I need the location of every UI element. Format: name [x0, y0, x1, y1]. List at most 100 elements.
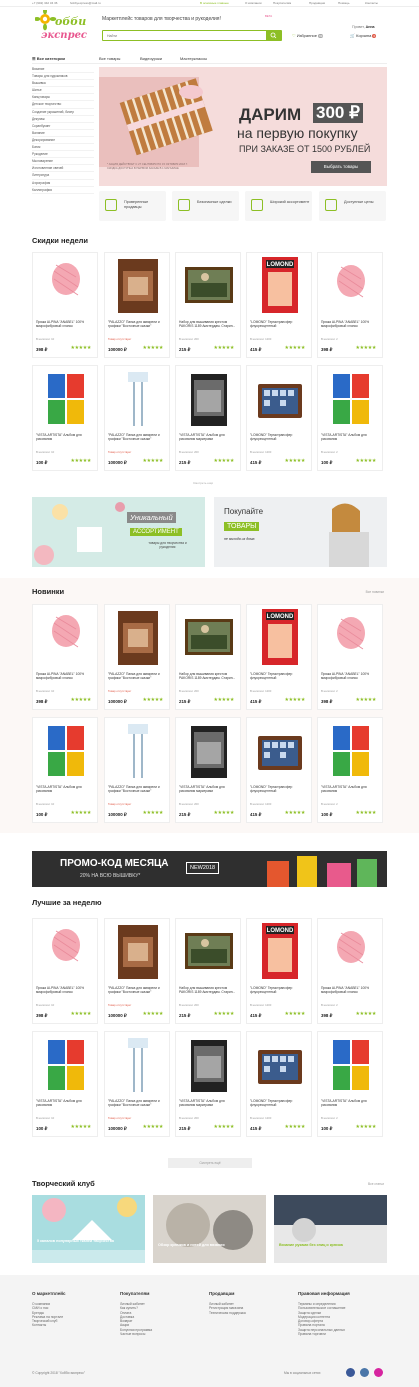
product-name[interactable]: "LOMOND" Термотрансфер флуоресцентный: [250, 433, 310, 441]
product-card[interactable]: "VISTA-ARTISTA" Альбом для рисования В на…: [317, 365, 383, 471]
product-card[interactable]: LOMOND "LOMOND" Термотрансфер флуоресцент…: [246, 252, 312, 358]
product-card[interactable]: Пряжа ALPINA "ANABEL" 100% микрофибровый…: [317, 252, 383, 358]
product-card[interactable]: "VISTA-ARTISTA" Альбом для рисования В на…: [32, 365, 98, 471]
club-card-2[interactable]: Вязание руками без спиц и крючка: [274, 1195, 387, 1263]
product-card[interactable]: "LOMOND" Термотрансфер флуоресцентный В н…: [246, 717, 312, 823]
sidebar-item[interactable]: Детское творчество: [32, 101, 94, 109]
product-name[interactable]: Пряжа ALPINA "ANABEL" 100% микрофибровый…: [36, 986, 96, 994]
sidebar-item[interactable]: Литература: [32, 172, 94, 180]
product-name[interactable]: "VISTA-ARTISTA" Альбом для рисования мар…: [179, 1099, 239, 1107]
logo[interactable]: обби экспресс: [35, 10, 87, 42]
product-card[interactable]: "VISTA-ARTISTA" Альбом для рисования В на…: [317, 717, 383, 823]
product-card[interactable]: "VISTA-ARTISTA" Альбом для рисования В на…: [32, 717, 98, 823]
top-link-0[interactable]: О компании: [245, 1, 262, 5]
product-name[interactable]: "PALAZZO" Папка для акварели и графики "…: [108, 672, 168, 680]
product-name[interactable]: "VISTA-ARTISTA" Альбом для рисования: [36, 785, 96, 793]
footer-link[interactable]: Пользовательское соглашение: [298, 1306, 350, 1310]
sidebar-item[interactable]: Изготовление свечей: [32, 165, 94, 173]
club-card-1[interactable]: Обзор крючков и нитей для вязания: [153, 1195, 266, 1263]
product-card[interactable]: Набор для вышивания крестом PAKORIS 1189…: [175, 918, 241, 1024]
sidebar-item[interactable]: Канцтовары: [32, 94, 94, 102]
facebook-icon[interactable]: [346, 1368, 355, 1377]
product-name[interactable]: Набор для вышивания крестом PAKORIS 1189…: [179, 320, 239, 328]
product-card[interactable]: "VISTA-ARTISTA" Альбом для рисования мар…: [175, 717, 241, 823]
top-link-3[interactable]: Помощь: [338, 1, 350, 5]
product-card[interactable]: "LOMOND" Термотрансфер флуоресцентный В н…: [246, 365, 312, 471]
product-card[interactable]: Пряжа ALPINA "ANABEL" 100% микрофибровый…: [32, 604, 98, 710]
sidebar-item[interactable]: Вязание: [32, 66, 94, 74]
product-card[interactable]: "PALAZZO" Папка для акварели и графики "…: [104, 365, 170, 471]
product-card[interactable]: "PALAZZO" Папка для акварели и графики "…: [104, 252, 170, 358]
user-name[interactable]: Анна: [366, 25, 375, 29]
product-card[interactable]: "PALAZZO" Папка для акварели и графики "…: [104, 604, 170, 710]
favorites-link[interactable]: ♡ Избранное 99: [292, 33, 324, 38]
sidebar-item[interactable]: Декорирование: [32, 137, 94, 145]
sidebar-item[interactable]: Создание украшений, бисер: [32, 109, 94, 116]
product-name[interactable]: "VISTA-ARTISTA" Альбом для рисования: [321, 1099, 381, 1107]
product-name[interactable]: "LOMOND" Термотрансфер флуоресцентный: [250, 320, 310, 328]
promo-shop-home[interactable]: Покупайте ТОВАРЫ не выходя из дома: [214, 497, 387, 567]
footer-link[interactable]: Частые вопросы: [120, 1332, 152, 1336]
sidebar-item[interactable]: Шитье: [32, 87, 94, 95]
product-card[interactable]: LOMOND "LOMOND" Термотрансфер флуоресцент…: [246, 604, 312, 710]
nav-item-2[interactable]: Мастерклассы: [180, 56, 207, 61]
sidebar-item[interactable]: Валяние: [32, 130, 94, 137]
product-name[interactable]: "VISTA-ARTISTA" Альбом для рисования: [321, 785, 381, 793]
product-name[interactable]: Пряжа ALPINA "ANABEL" 100% микрофибровый…: [36, 672, 96, 680]
sidebar-item[interactable]: Скрапбукинг: [32, 123, 94, 130]
search-input[interactable]: [103, 31, 263, 40]
product-card[interactable]: Пряжа ALPINA "ANABEL" 100% микрофибровый…: [32, 252, 98, 358]
product-name[interactable]: Набор для вышивания крестом PAKORIS 1189…: [179, 986, 239, 994]
sidebar-item[interactable]: Батик: [32, 144, 94, 152]
product-card[interactable]: "VISTA-ARTISTA" Альбом для рисования мар…: [175, 365, 241, 471]
nav-item-0[interactable]: Все товары: [99, 56, 120, 61]
product-name[interactable]: Пряжа ALPINA "ANABEL" 100% микрофибровый…: [321, 672, 381, 680]
show-more-best[interactable]: Смотреть ещё: [168, 1158, 252, 1168]
product-name[interactable]: Пряжа ALPINA "ANABEL" 100% микрофибровый…: [36, 320, 96, 328]
product-name[interactable]: "PALAZZO" Папка для акварели и графики "…: [108, 986, 168, 994]
product-card[interactable]: Набор для вышивания крестом PAKORIS 1189…: [175, 604, 241, 710]
product-name[interactable]: "LOMOND" Термотрансфер флуоресцентный: [250, 672, 310, 680]
nav-item-1[interactable]: Видеоуроки: [140, 56, 162, 61]
footer-link[interactable]: Регистрация магазина: [209, 1306, 246, 1310]
product-name[interactable]: Пряжа ALPINA "ANABEL" 100% микрофибровый…: [321, 320, 381, 328]
sidebar-item[interactable]: Каллиграфия: [32, 187, 94, 194]
product-card[interactable]: LOMOND "LOMOND" Термотрансфер флуоресцент…: [246, 918, 312, 1024]
sidebar-item[interactable]: Мыловарение: [32, 158, 94, 166]
see-all-new[interactable]: Все новинки: [366, 590, 384, 594]
product-name[interactable]: "PALAZZO" Папка для акварели и графики "…: [108, 433, 168, 441]
product-card[interactable]: Набор для вышивания крестом PAKORIS 1189…: [175, 252, 241, 358]
top-link-2[interactable]: Продавцам: [309, 1, 325, 5]
product-name[interactable]: "VISTA-ARTISTA" Альбом для рисования: [321, 433, 381, 441]
phone[interactable]: +7 (902) 342 34 36: [32, 1, 57, 5]
promo-unique[interactable]: Уникальный АССОРТИМЕНТ товары для творче…: [32, 497, 205, 567]
sidebar-item[interactable]: Декупаж: [32, 116, 94, 123]
promo-code-banner[interactable]: ПРОМО-КОД МЕСЯЦА 20% НА ВСЮ ВЫШИВКУ* NEW…: [32, 851, 387, 887]
product-name[interactable]: "PALAZZO" Папка для акварели и графики "…: [108, 320, 168, 328]
product-name[interactable]: "VISTA-ARTISTA" Альбом для рисования мар…: [179, 433, 239, 441]
top-link-1[interactable]: Покупателям: [273, 1, 291, 5]
product-name[interactable]: "LOMOND" Термотрансфер флуоресцентный: [250, 986, 310, 994]
product-card[interactable]: "VISTA-ARTISTA" Альбом для рисования мар…: [175, 1031, 241, 1137]
sidebar-item[interactable]: Рукоделие: [32, 151, 94, 159]
help-link[interactable]: В основные главные: [200, 1, 229, 5]
product-name[interactable]: "PALAZZO" Папка для акварели и графики "…: [108, 1099, 168, 1107]
product-name[interactable]: "VISTA-ARTISTA" Альбом для рисования: [36, 1099, 96, 1107]
sidebar-item[interactable]: Товары для художников: [32, 73, 94, 81]
product-name[interactable]: "VISTA-ARTISTA" Альбом для рисования: [36, 433, 96, 441]
see-all-articles[interactable]: Все статьи: [368, 1182, 384, 1186]
club-card-0[interactable]: 5 каналов популярных тканей творчества: [32, 1195, 145, 1263]
product-card[interactable]: Пряжа ALPINA "ANABEL" 100% микрофибровый…: [32, 918, 98, 1024]
product-card[interactable]: "PALAZZO" Папка для акварели и графики "…: [104, 1031, 170, 1137]
cart-link[interactable]: 🛒 Корзина 0: [350, 33, 377, 38]
product-name[interactable]: Пряжа ALPINA "ANABEL" 100% микрофибровый…: [321, 986, 381, 994]
product-name[interactable]: "PALAZZO" Папка для акварели и графики "…: [108, 785, 168, 793]
sidebar-item[interactable]: Вышивка: [32, 80, 94, 88]
product-card[interactable]: Пряжа ALPINA "ANABEL" 100% микрофибровый…: [317, 918, 383, 1024]
show-more-sale[interactable]: Смотреть ещё: [193, 481, 213, 485]
sidebar-item[interactable]: Аэрография: [32, 180, 94, 187]
product-name[interactable]: Набор для вышивания крестом PAKORIS 1189…: [179, 672, 239, 680]
product-card[interactable]: "VISTA-ARTISTA" Альбом для рисования В на…: [32, 1031, 98, 1137]
product-card[interactable]: Пряжа ALPINA "ANABEL" 100% микрофибровый…: [317, 604, 383, 710]
product-card[interactable]: "PALAZZO" Папка для акварели и графики "…: [104, 918, 170, 1024]
